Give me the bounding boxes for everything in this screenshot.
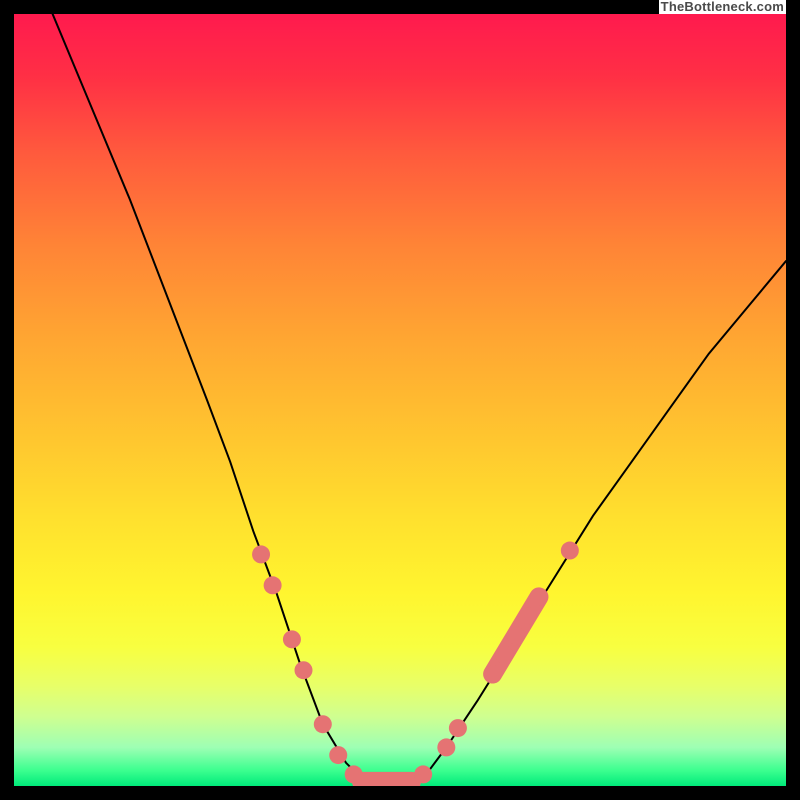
marker-dot	[329, 746, 347, 764]
marker-dot	[495, 646, 513, 664]
watermark-text: TheBottleneck.com	[659, 0, 786, 14]
bottleneck-curve	[14, 14, 786, 786]
marker-dot	[449, 719, 467, 737]
marker-dots	[252, 542, 579, 786]
marker-dot	[295, 661, 313, 679]
marker-dot	[518, 607, 536, 625]
marker-dot	[314, 715, 332, 733]
marker-dot	[283, 630, 301, 648]
marker-dot	[530, 588, 548, 606]
marker-dot	[437, 738, 455, 756]
marker-dot	[252, 545, 270, 563]
marker-dot	[414, 765, 432, 783]
marker-dot	[507, 626, 525, 644]
bottleneck-chart	[14, 14, 786, 786]
marker-dot	[561, 542, 579, 560]
marker-dot	[264, 576, 282, 594]
marker-dot	[484, 665, 502, 683]
